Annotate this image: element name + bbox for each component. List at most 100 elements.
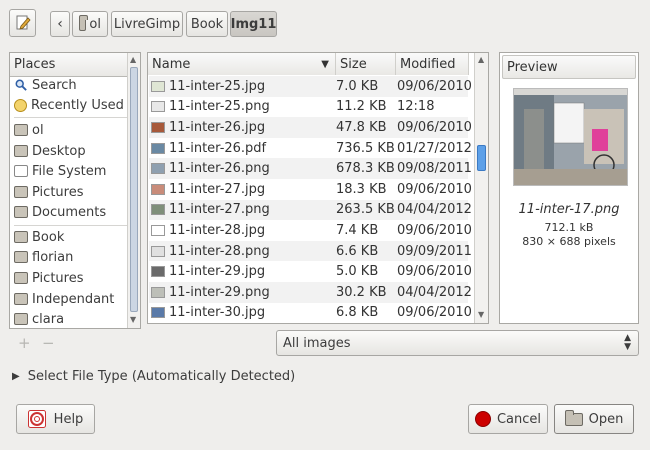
- file-row[interactable]: 11-inter-27.jpg 18.3 KB 09/06/2010: [149, 179, 472, 200]
- preview-thumbnail: [513, 88, 628, 186]
- folder-icon: [14, 206, 28, 218]
- folder-icon: [14, 186, 28, 198]
- file-thumbnail-icon: [151, 245, 165, 257]
- file-modified: 12:18: [397, 99, 435, 115]
- file-size: 6.8 KB: [336, 305, 379, 321]
- path-segment-livregimp[interactable]: LivreGimp: [111, 11, 183, 37]
- lifebuoy-icon: [27, 410, 46, 428]
- file-row[interactable]: 11-inter-27.png 263.5 KB 04/04/2012: [149, 199, 472, 221]
- remove-bookmark-button[interactable]: −: [42, 334, 55, 352]
- clock-icon: [14, 98, 27, 112]
- file-size: 5.0 KB: [336, 264, 379, 280]
- places-item-label: Pictures: [32, 184, 84, 200]
- preview-header: Preview: [502, 55, 636, 79]
- path-segment-label: ol: [89, 16, 101, 32]
- file-size: 18.3 KB: [336, 181, 387, 197]
- file-size: 263.5 KB: [336, 202, 395, 218]
- places-item-recently-used[interactable]: Recently Used: [11, 95, 127, 115]
- scroll-down-arrow[interactable]: ▼: [130, 315, 136, 324]
- places-item-label: florian: [32, 249, 74, 265]
- folder-icon: [14, 272, 28, 284]
- scroll-up-arrow[interactable]: ▲: [478, 55, 484, 64]
- file-size: 11.2 KB: [336, 99, 387, 115]
- scrollbar-thumb[interactable]: [477, 145, 486, 171]
- places-item-file-system[interactable]: File System: [11, 161, 127, 181]
- path-back-button[interactable]: ‹: [50, 11, 70, 37]
- places-item-clara[interactable]: clara: [11, 309, 127, 329]
- file-row[interactable]: 11-inter-26.jpg 47.8 KB 09/06/2010: [149, 117, 472, 138]
- file-size: 30.2 KB: [336, 284, 387, 300]
- file-type-expander[interactable]: ▶ Select File Type (Automatically Detect…: [12, 369, 295, 384]
- file-row[interactable]: 11-inter-29.png 30.2 KB 04/04/2012: [149, 282, 472, 303]
- places-item-florian[interactable]: florian: [11, 247, 127, 267]
- file-size: 47.8 KB: [336, 119, 387, 135]
- file-modified: 09/06/2010: [397, 264, 472, 280]
- path-segment-img11[interactable]: Img11: [230, 11, 277, 37]
- file-row[interactable]: 11-inter-29.jpg 5.0 KB 09/06/2010: [149, 261, 472, 282]
- open-button[interactable]: Open: [554, 404, 634, 434]
- file-thumbnail-icon: [151, 163, 165, 175]
- file-row[interactable]: 11-inter-26.pdf 736.5 KB 01/27/2012: [149, 138, 472, 159]
- scroll-down-arrow[interactable]: ▼: [478, 310, 484, 319]
- file-name: 11-inter-30.jpg: [169, 305, 266, 321]
- preview-image: [514, 89, 627, 185]
- file-name: 11-inter-26.jpg: [169, 119, 266, 135]
- file-row[interactable]: 11-inter-25.png 11.2 KB 12:18: [149, 97, 468, 118]
- column-modified-label: Modified: [400, 56, 456, 72]
- file-modified: 09/06/2010: [397, 181, 472, 197]
- expander-arrow-icon: ▶: [12, 371, 20, 382]
- places-item-pictures[interactable]: Pictures: [11, 182, 127, 202]
- path-segment-home[interactable]: ol: [72, 11, 108, 37]
- stop-icon: [474, 411, 491, 427]
- places-item-label: Search: [32, 77, 77, 93]
- file-size: 736.5 KB: [336, 140, 395, 156]
- file-modified: 09/06/2010: [397, 119, 472, 135]
- file-row[interactable]: 11-inter-28.jpg 7.4 KB 09/06/2010: [149, 220, 472, 241]
- places-item-book[interactable]: Book: [11, 227, 127, 247]
- file-thumbnail-icon: [151, 101, 165, 113]
- search-icon: [15, 79, 27, 91]
- places-item-documents[interactable]: Documents: [11, 202, 127, 222]
- add-bookmark-button[interactable]: +: [18, 334, 31, 352]
- file-row[interactable]: 11-inter-25.jpg 7.0 KB 09/06/2010: [149, 76, 472, 97]
- path-segment-label: Book: [190, 16, 224, 32]
- places-item-desktop[interactable]: Desktop: [11, 141, 127, 161]
- file-list-scrollbar[interactable]: ▲ ▼: [474, 53, 488, 323]
- file-filter-combo[interactable]: All images ▲ ▼: [276, 330, 639, 356]
- file-size: 678.3 KB: [336, 161, 395, 177]
- places-separator: [14, 117, 130, 118]
- path-segment-label: LivreGimp: [113, 16, 181, 32]
- file-name: 11-inter-25.png: [169, 99, 270, 115]
- open-button-label: Open: [588, 411, 624, 427]
- column-header-name[interactable]: Name ▼: [148, 53, 336, 75]
- chevron-left-icon: ‹: [57, 16, 63, 32]
- places-item-ol[interactable]: ol: [11, 120, 127, 140]
- path-segment-label: Img11: [230, 16, 277, 32]
- file-row[interactable]: 11-inter-28.png 6.6 KB 09/09/2011: [149, 240, 472, 262]
- file-thumbnail-icon: [151, 307, 165, 319]
- scroll-up-arrow[interactable]: ▲: [130, 55, 136, 64]
- file-list-panel: Name ▼ Size Modified 11-inter-25.jpg 7.0 …: [147, 52, 489, 324]
- file-thumbnail-icon: [151, 224, 165, 236]
- column-header-modified[interactable]: Modified: [396, 53, 469, 75]
- file-row[interactable]: 11-inter-26.png 678.3 KB 09/08/2011: [149, 158, 472, 179]
- file-modified: 09/06/2010: [397, 222, 472, 238]
- path-segment-book[interactable]: Book: [186, 11, 228, 37]
- edit-location-button[interactable]: [9, 9, 36, 37]
- places-item-pictures-2[interactable]: Pictures: [11, 268, 127, 288]
- places-scrollbar[interactable]: ▲ ▼: [127, 53, 140, 328]
- column-header-size[interactable]: Size: [336, 53, 396, 75]
- folder-open-icon: [564, 409, 583, 426]
- places-item-independant[interactable]: Independant: [11, 289, 127, 309]
- home-folder-icon: [14, 124, 28, 136]
- help-button[interactable]: Help: [16, 404, 95, 434]
- places-item-search[interactable]: Search: [11, 75, 127, 95]
- file-name: 11-inter-26.pdf: [169, 140, 267, 156]
- home-folder-icon: [79, 14, 89, 31]
- cancel-button[interactable]: Cancel: [468, 404, 548, 434]
- file-row[interactable]: 11-inter-30.jpg 6.8 KB 09/06/2010: [149, 303, 472, 324]
- file-name: 11-inter-27.png: [169, 202, 270, 218]
- scrollbar-thumb[interactable]: [130, 67, 138, 312]
- drive-icon: [14, 165, 28, 177]
- file-modified: 09/06/2010: [397, 305, 472, 321]
